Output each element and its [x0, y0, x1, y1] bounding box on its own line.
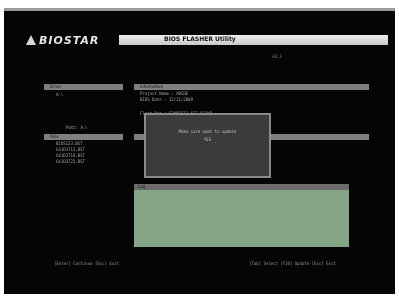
drive-panel-title: Drive [44, 84, 123, 90]
file-list-item[interactable]: G41D3712.BST [56, 147, 85, 152]
title-bar: BIOS FLASHER Utility [119, 35, 388, 45]
info-panel-title: Information [134, 84, 369, 90]
top-border [4, 8, 395, 11]
file-list-item[interactable]: BIOS123.BST [56, 141, 83, 146]
log-title-label: Log [138, 184, 146, 189]
footer-hint-left: [Enter] Continue [Esc] Exit [54, 261, 120, 266]
brand-name: BIOSTAR [39, 33, 100, 47]
update-confirm-dialog[interactable]: Make sure want to update YES [144, 113, 271, 178]
log-panel [134, 190, 349, 247]
bios-flasher-screen: BIOSTAR BIOS FLASHER Utility v8.3 Drive … [4, 8, 395, 294]
path-label: Path: A:\ [66, 125, 88, 130]
drive-item[interactable]: A:\ [56, 92, 63, 97]
file-list-item[interactable]: G41D3722.BST [56, 159, 85, 164]
app-title: BIOS FLASHER Utility [164, 36, 236, 43]
file-list-item[interactable]: G41D3718.BST [56, 153, 85, 158]
info-project-name: Project Name : ABCDE [140, 91, 189, 96]
info-bios-date: BIOS Date : 12/11/2009 [140, 97, 193, 102]
files-panel-title: Files [44, 134, 123, 140]
dialog-confirm-option[interactable]: YES [146, 137, 269, 142]
logo-mark-icon [26, 35, 36, 45]
footer-hint-right: [Tab] Select [F10] Update [Esc] Exit [249, 261, 336, 266]
brand-logo: BIOSTAR [26, 33, 99, 47]
version-label: v8.3 [272, 54, 282, 59]
dialog-message: Make sure want to update [178, 129, 237, 134]
